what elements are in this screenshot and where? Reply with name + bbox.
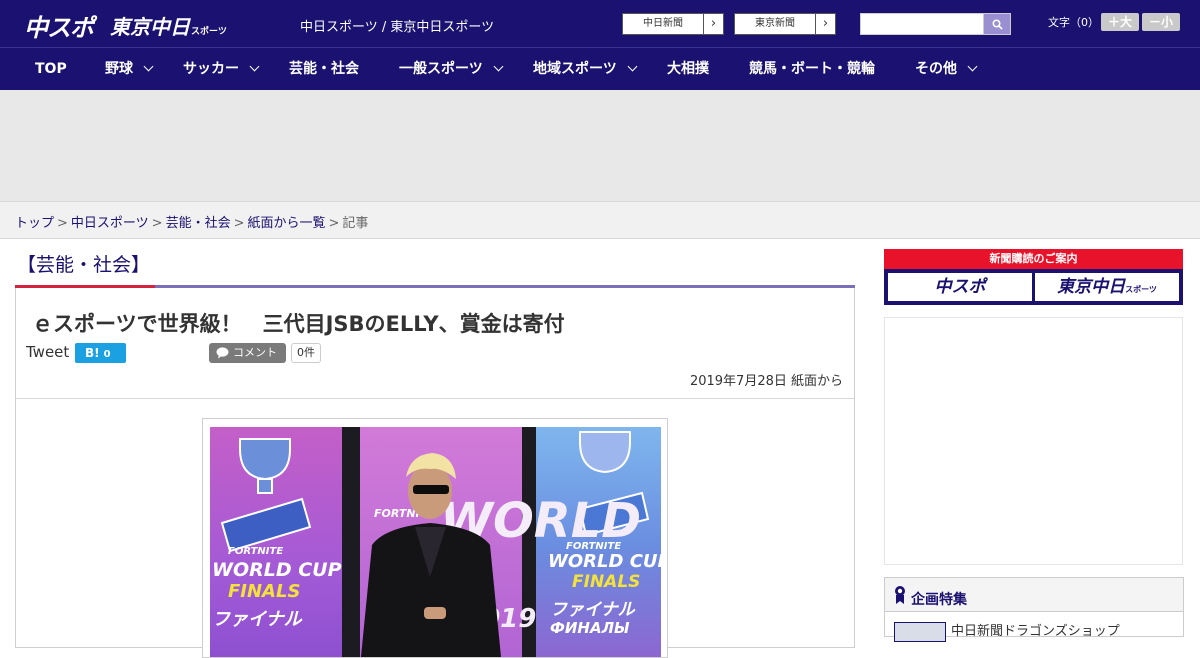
nav-item-top[interactable]: TOP xyxy=(35,48,67,90)
nav-label: 一般スポーツ xyxy=(399,61,483,77)
subscription-banner-title: 新聞購読のご案内 xyxy=(884,249,1183,269)
breadcrumb-bar: トップ > 中日スポーツ > 芸能・社会 > 紙面から一覧 > 記事 xyxy=(0,201,1200,239)
tokyo-logo-sub: スポーツ xyxy=(191,27,227,37)
chevron-down-icon xyxy=(967,61,978,72)
tweet-button[interactable]: Tweet xyxy=(26,343,69,361)
speech-bubble-icon xyxy=(216,347,229,359)
comment-button[interactable]: コメント xyxy=(209,343,286,363)
chevron-down-icon xyxy=(627,61,638,72)
photo-text-world-cup-right: WORLD CUP xyxy=(548,551,661,572)
font-size-label: 文字（0） xyxy=(1048,16,1099,29)
breadcrumb-link-top[interactable]: トップ xyxy=(15,216,54,231)
tokyo-shimbun-link[interactable]: 東京新聞 › xyxy=(734,13,836,35)
link-label: 中日新聞 xyxy=(643,18,683,29)
breadcrumb-link-paper-list[interactable]: 紙面から一覧 xyxy=(248,216,326,231)
sidebar-ad-slot xyxy=(884,317,1183,565)
chevron-right-icon: › xyxy=(703,14,723,34)
hatena-bookmark-button[interactable]: B! 0 xyxy=(75,343,126,363)
chunichi-shimbun-link[interactable]: 中日新聞 › xyxy=(622,13,724,35)
article-container: ｅスポーツで世界級！ 三代目JSBのELLY、賞金は寄付 Tweet B! 0 コ… xyxy=(15,288,855,658)
main-nav: TOP 野球 サッカー 芸能・社会 一般スポーツ 地域スポーツ 大相撲 競馬・ボ… xyxy=(0,48,1200,90)
article-date: 2019年7月28日 紙面から xyxy=(689,374,843,389)
ribbon-badge-icon xyxy=(895,586,905,604)
nav-label: 競馬・ボート・競輪 xyxy=(749,61,875,77)
search-icon xyxy=(992,19,1003,30)
nav-label: 地域スポーツ xyxy=(533,61,617,77)
photo-text-fortnite: FORTNITE xyxy=(228,546,283,557)
subscription-chuspo-link[interactable]: 中スポ xyxy=(888,273,1032,301)
nav-item-soccer[interactable]: サッカー xyxy=(183,48,260,90)
hatena-count: 0 xyxy=(103,349,111,360)
breadcrumb: トップ > 中日スポーツ > 芸能・社会 > 紙面から一覧 > 記事 xyxy=(15,212,368,231)
nav-item-entertainment[interactable]: 芸能・社会 xyxy=(289,48,359,90)
banner-right-sub: スポーツ xyxy=(1125,285,1157,294)
breadcrumb-link-chunichi-sports[interactable]: 中日スポーツ xyxy=(71,216,149,231)
nav-item-regional-sports[interactable]: 地域スポーツ xyxy=(533,48,638,90)
font-smaller-button[interactable]: －小 xyxy=(1142,13,1180,31)
nav-label: サッカー xyxy=(183,61,239,77)
subscription-tokyo-chunichi-link[interactable]: 東京中日スポーツ xyxy=(1035,273,1179,301)
search-button[interactable] xyxy=(983,13,1011,35)
breadcrumb-separator: > xyxy=(151,216,163,231)
site-header: 中スポ 東京中日スポーツ 中日スポーツ / 東京中日スポーツ 中日新聞 › 東京… xyxy=(0,0,1200,48)
nav-item-racing[interactable]: 競馬・ボート・競輪 xyxy=(749,48,875,90)
chevron-down-icon xyxy=(143,61,154,72)
photo-text-world-cup: WORLD CUP xyxy=(212,559,342,581)
chevron-down-icon xyxy=(249,61,260,72)
nav-label: TOP xyxy=(35,61,67,77)
photo-elly-fortnite: FORTNITE WORLD CUP FINALS ファイナル FORTNITE… xyxy=(210,427,661,657)
font-larger-button[interactable]: ＋大 xyxy=(1101,13,1139,31)
nav-item-other[interactable]: その他 xyxy=(915,48,978,90)
photo-text-finals-ja: ファイナル xyxy=(212,609,303,630)
feature-section: 企画特集 中日新聞ドラゴンズショップ xyxy=(884,577,1184,642)
nav-label: 野球 xyxy=(105,61,133,77)
tokyo-chunichi-logo[interactable]: 東京中日スポーツ xyxy=(110,11,227,40)
feature-thumbnail[interactable] xyxy=(894,622,946,642)
chevron-right-icon: › xyxy=(815,14,835,34)
feature-header: 企画特集 xyxy=(885,578,1183,612)
hatena-label: B! xyxy=(85,346,100,360)
comment-label: コメント xyxy=(233,346,277,359)
breadcrumb-current: 記事 xyxy=(342,216,369,231)
link-label: 東京新聞 xyxy=(755,18,795,29)
breadcrumb-separator: > xyxy=(57,216,68,231)
ad-banner-area xyxy=(0,90,1200,201)
nav-label: 大相撲 xyxy=(667,61,709,77)
banner-right-main: 東京中日 xyxy=(1057,277,1126,297)
photo-text-finals: FINALS xyxy=(228,581,300,602)
tokyo-logo-main: 東京中日 xyxy=(110,15,190,39)
photo-text-finals-right: FINALS xyxy=(572,572,640,592)
site-names: 中日スポーツ / 東京中日スポーツ xyxy=(300,20,495,35)
subscription-banner[interactable]: 新聞購読のご案内 中スポ 東京中日スポーツ xyxy=(884,249,1183,305)
nav-label: 芸能・社会 xyxy=(289,61,359,77)
feature-title: 企画特集 xyxy=(911,592,967,608)
comment-count: 0件 xyxy=(291,343,321,363)
search-input[interactable] xyxy=(860,13,984,35)
chuspo-logo[interactable]: 中スポ xyxy=(24,8,94,43)
breadcrumb-separator: > xyxy=(328,216,340,231)
meta-divider xyxy=(16,398,854,399)
breadcrumb-link-entertainment[interactable]: 芸能・社会 xyxy=(166,216,231,231)
photo-text-finals-ja-right: ファイナル xyxy=(550,600,636,620)
article-title: ｅスポーツで世界級！ 三代目JSBのELLY、賞金は寄付 xyxy=(32,312,565,336)
breadcrumb-separator: > xyxy=(233,216,245,231)
nav-item-general-sports[interactable]: 一般スポーツ xyxy=(399,48,504,90)
chevron-down-icon xyxy=(493,61,504,72)
nav-item-sumo[interactable]: 大相撲 xyxy=(667,48,709,90)
nav-item-baseball[interactable]: 野球 xyxy=(105,48,154,90)
article-photo[interactable]: FORTNITE WORLD CUP FINALS ファイナル FORTNITE… xyxy=(202,418,668,658)
photo-text-finals-ru: ФИНАЛЫ xyxy=(550,619,630,637)
category-heading: 【芸能・社会】 xyxy=(17,254,151,276)
nav-label: その他 xyxy=(915,61,957,77)
